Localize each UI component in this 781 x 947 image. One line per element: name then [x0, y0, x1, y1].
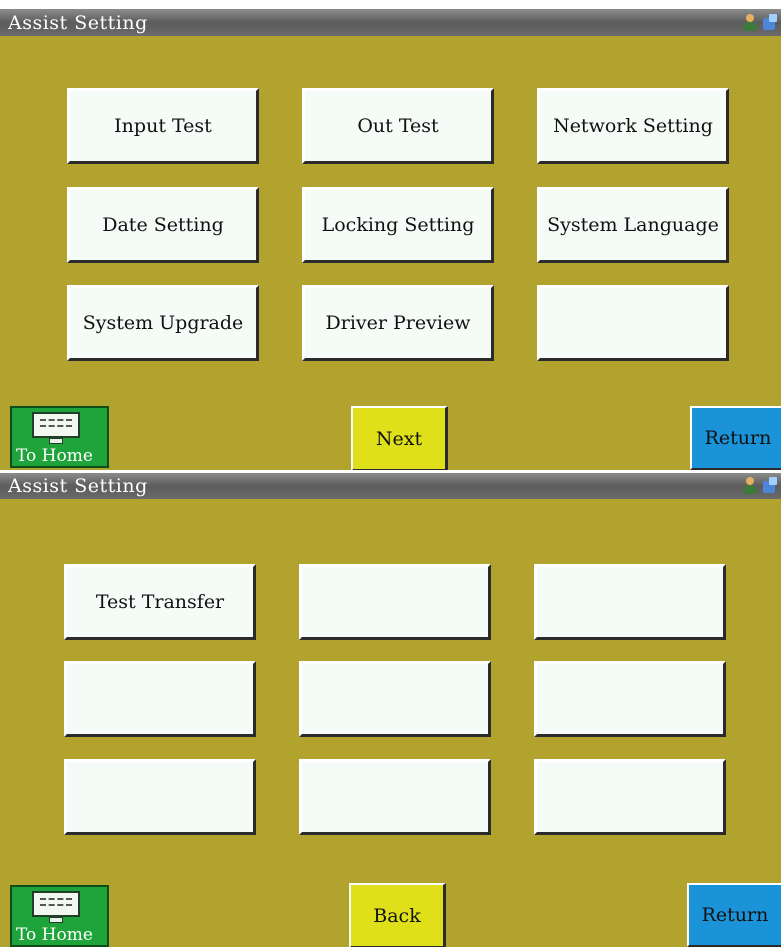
page-title: Assist Setting — [8, 12, 148, 34]
user-status-icon — [742, 477, 758, 495]
empty-slot-button[interactable] — [299, 564, 491, 640]
system-upgrade-button[interactable]: System Upgrade — [67, 285, 259, 361]
return-button[interactable]: Return — [687, 883, 781, 947]
title-bar: Assist Setting — [0, 0, 781, 36]
system-language-button[interactable]: System Language — [537, 187, 729, 263]
to-home-button[interactable]: To Home — [10, 406, 109, 468]
driver-preview-button[interactable]: Driver Preview — [302, 285, 494, 361]
network-setting-button[interactable]: Network Setting — [537, 88, 729, 164]
locking-setting-button[interactable]: Locking Setting — [302, 187, 494, 263]
to-home-button[interactable]: To Home — [10, 885, 109, 947]
date-setting-button[interactable]: Date Setting — [67, 187, 259, 263]
empty-slot-button[interactable] — [299, 759, 491, 835]
empty-slot-button[interactable] — [537, 285, 729, 361]
assist-setting-page-1: Assist Setting Input Test Out Test Netwo… — [0, 0, 781, 470]
home-monitor-icon — [32, 891, 82, 923]
empty-slot-button[interactable] — [534, 661, 726, 737]
title-bar: Assist Setting — [0, 473, 781, 499]
assist-setting-page-2: Assist Setting Test Transfer To Home Bac… — [0, 473, 781, 947]
network-status-icon — [761, 14, 777, 32]
empty-slot-button[interactable] — [64, 759, 256, 835]
next-button[interactable]: Next — [351, 406, 448, 470]
empty-slot-button[interactable] — [534, 564, 726, 640]
status-icons — [742, 477, 777, 495]
return-button[interactable]: Return — [690, 406, 781, 470]
user-status-icon — [742, 14, 758, 32]
empty-slot-button[interactable] — [299, 661, 491, 737]
input-test-button[interactable]: Input Test — [67, 88, 259, 164]
to-home-label: To Home — [16, 446, 93, 466]
test-transfer-button[interactable]: Test Transfer — [64, 564, 256, 640]
out-test-button[interactable]: Out Test — [302, 88, 494, 164]
page-title: Assist Setting — [8, 475, 148, 497]
network-status-icon — [761, 477, 777, 495]
back-button[interactable]: Back — [349, 883, 446, 947]
home-monitor-icon — [32, 412, 82, 444]
status-icons — [742, 14, 777, 32]
empty-slot-button[interactable] — [64, 661, 256, 737]
empty-slot-button[interactable] — [534, 759, 726, 835]
to-home-label: To Home — [16, 925, 93, 945]
